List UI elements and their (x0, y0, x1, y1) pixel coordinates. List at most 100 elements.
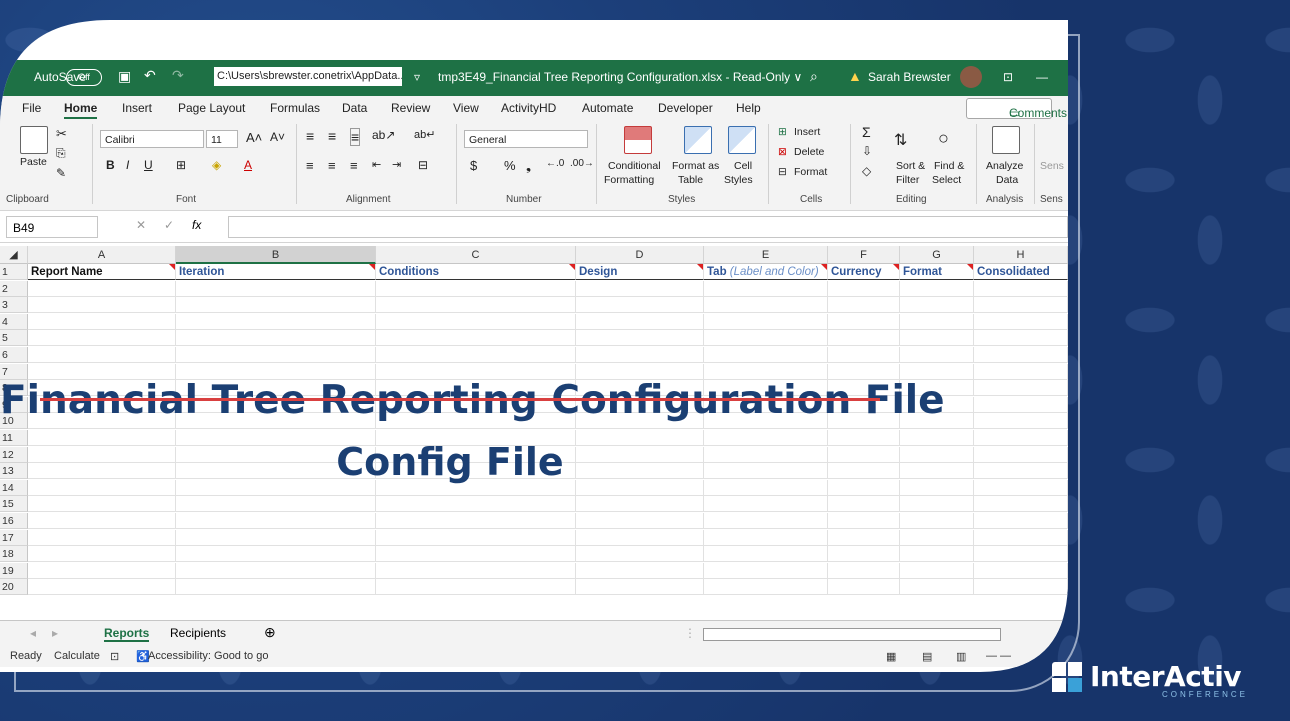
redo-icon[interactable]: ↷ (172, 67, 184, 84)
header-cell-b[interactable]: Iteration (176, 264, 376, 280)
row-header[interactable]: 1 (0, 264, 28, 280)
grid-cell[interactable] (376, 281, 576, 297)
grid-cell[interactable] (900, 480, 974, 496)
decrease-decimal-icon[interactable]: .00→ (570, 158, 594, 169)
enter-icon[interactable]: ✓ (164, 218, 174, 232)
page-break-view-icon[interactable]: ▥ (956, 650, 966, 663)
format-as-label[interactable]: Format as (672, 160, 719, 172)
format-as-table-icon[interactable] (684, 126, 712, 154)
grid-cell[interactable] (704, 330, 828, 346)
comma-icon[interactable]: ❟ (526, 158, 531, 174)
copy-icon[interactable]: ⎘ (56, 146, 66, 161)
grid-cell[interactable] (176, 330, 376, 346)
row-header[interactable]: 16 (0, 513, 28, 529)
tab-view[interactable]: View (453, 101, 479, 115)
header-cell-f[interactable]: Currency (828, 264, 900, 280)
font-color-icon[interactable]: A (244, 158, 252, 172)
decrease-indent-icon[interactable]: ⇤ (372, 158, 381, 171)
file-path-field[interactable]: C:\Users\sbrewster.conetrix\AppData... (214, 67, 402, 86)
column-header-d[interactable]: D (576, 246, 704, 264)
grid-cell[interactable] (576, 347, 704, 363)
grid-cell[interactable] (828, 579, 900, 595)
grid-cell[interactable] (828, 281, 900, 297)
align-left-icon[interactable]: ≡ (306, 158, 314, 173)
grid-cell[interactable] (704, 314, 828, 330)
header-cell-c[interactable]: Conditions (376, 264, 576, 280)
clear-icon[interactable]: ◇ (862, 164, 871, 178)
grid-cell[interactable] (900, 563, 974, 579)
page-layout-view-icon[interactable]: ▤ (922, 650, 932, 663)
tab-file[interactable]: File (22, 101, 41, 115)
row-header[interactable]: 19 (0, 563, 28, 579)
italic-icon[interactable]: I (126, 158, 129, 172)
minimize-icon[interactable]: — (1036, 70, 1048, 84)
grid-cell[interactable] (828, 314, 900, 330)
filter-label[interactable]: Filter (896, 174, 919, 186)
grid-cell[interactable] (704, 347, 828, 363)
grid-cell[interactable] (376, 297, 576, 313)
grid-cell[interactable] (176, 546, 376, 562)
grid-cell[interactable] (576, 297, 704, 313)
align-middle-icon[interactable]: ≡ (328, 128, 336, 144)
grid-cell[interactable] (704, 297, 828, 313)
save-icon[interactable]: ▣ (118, 68, 131, 85)
avatar[interactable] (960, 66, 982, 88)
tab-page-layout[interactable]: Page Layout (178, 101, 245, 115)
grid-cell[interactable] (576, 579, 704, 595)
status-accessibility[interactable]: Accessibility: Good to go (148, 650, 268, 662)
grid-cell[interactable] (974, 281, 1068, 297)
sheet-tab-reports[interactable]: Reports (104, 626, 149, 642)
borders-icon[interactable]: ⊞ (176, 158, 186, 172)
grid-cell[interactable] (28, 347, 176, 363)
grid-cell[interactable] (704, 579, 828, 595)
search-icon[interactable]: ⌕ (810, 68, 818, 85)
grid-cell[interactable] (376, 546, 576, 562)
column-header-f[interactable]: F (828, 246, 900, 264)
grid-cell[interactable] (828, 513, 900, 529)
underline-icon[interactable]: U (144, 158, 153, 172)
conditional-label[interactable]: Conditional (608, 160, 661, 172)
comment-indicator[interactable] (697, 264, 703, 270)
fill-icon[interactable]: ⇩ (862, 144, 872, 158)
grid-cell[interactable] (974, 413, 1068, 429)
font-size-select[interactable]: 11 (206, 130, 238, 148)
row-header[interactable]: 5 (0, 330, 28, 346)
merge-center-icon[interactable]: ⊟ (418, 158, 428, 172)
grid-cell[interactable] (376, 496, 576, 512)
column-header-b[interactable]: B (176, 246, 376, 264)
comment-indicator[interactable] (369, 264, 375, 270)
grid-cell[interactable] (974, 463, 1068, 479)
insert-function-icon[interactable]: fx (192, 218, 201, 232)
comment-indicator[interactable] (967, 264, 973, 270)
grid-cell[interactable] (704, 530, 828, 546)
grid-cell[interactable] (376, 347, 576, 363)
grid-cell[interactable] (176, 347, 376, 363)
number-format-select[interactable]: General (464, 130, 588, 148)
format-painter-icon[interactable]: ✎ (56, 166, 66, 180)
formula-input[interactable] (228, 216, 1068, 238)
grid-cell[interactable] (376, 563, 576, 579)
tab-developer[interactable]: Developer (658, 101, 713, 115)
grid-cell[interactable] (828, 563, 900, 579)
tab-automate[interactable]: Automate (582, 101, 633, 115)
horizontal-scrollbar[interactable] (703, 628, 1001, 641)
grid-cell[interactable] (900, 447, 974, 463)
decrease-font-icon[interactable]: A˅ (270, 130, 285, 144)
tab-review[interactable]: Review (391, 101, 430, 115)
select-all-corner[interactable]: ◢ (0, 246, 28, 264)
grid-cell[interactable] (576, 563, 704, 579)
grid-cell[interactable] (974, 546, 1068, 562)
grid-cell[interactable] (974, 364, 1068, 380)
grid-cell[interactable] (704, 496, 828, 512)
tab-activityhd[interactable]: ActivityHD (501, 101, 556, 115)
delete-cells-label[interactable]: Delete (794, 146, 824, 158)
grid-cell[interactable] (376, 579, 576, 595)
bold-icon[interactable]: B (106, 158, 115, 172)
insert-cells-icon[interactable]: ⊞ (778, 126, 787, 138)
grid-cell[interactable] (176, 563, 376, 579)
table-label[interactable]: Table (678, 174, 703, 186)
grid-cell[interactable] (974, 563, 1068, 579)
grid-cell[interactable] (974, 297, 1068, 313)
align-center-icon[interactable]: ≡ (328, 158, 336, 173)
grid-cell[interactable] (900, 513, 974, 529)
